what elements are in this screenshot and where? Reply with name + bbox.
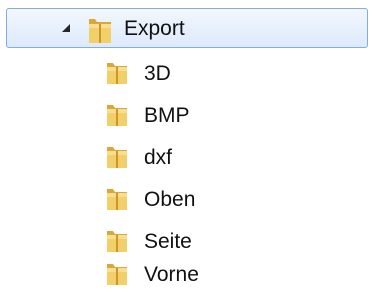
tree-item-vorne[interactable]: Vorne <box>0 254 372 296</box>
tree-item-export[interactable]: Export <box>6 8 368 48</box>
folder-icon <box>103 263 131 287</box>
tree-item-label: Seite <box>144 230 192 253</box>
folder-icon <box>103 188 131 212</box>
folder-icon <box>103 104 131 128</box>
tree-item-label: dxf <box>144 146 173 169</box>
folder-icon <box>103 62 131 86</box>
folder-icon <box>86 16 114 43</box>
expanded-triangle-icon[interactable] <box>59 21 73 35</box>
tree-item-label: Export <box>124 17 185 40</box>
tree-item-3d[interactable]: 3D <box>0 53 372 95</box>
folder-tree: Export 3D BMP dxf Oben Seite Vorne <box>0 0 372 296</box>
tree-item-bmp[interactable]: BMP <box>0 95 372 137</box>
tree-item-dxf[interactable]: dxf <box>0 137 372 179</box>
tree-item-label: Oben <box>144 188 196 211</box>
folder-icon <box>103 230 131 254</box>
tree-item-label: 3D <box>144 62 171 85</box>
tree-item-label: Vorne <box>144 263 199 286</box>
folder-icon <box>103 146 131 170</box>
tree-item-oben[interactable]: Oben <box>0 179 372 221</box>
tree-item-label: BMP <box>144 104 190 127</box>
